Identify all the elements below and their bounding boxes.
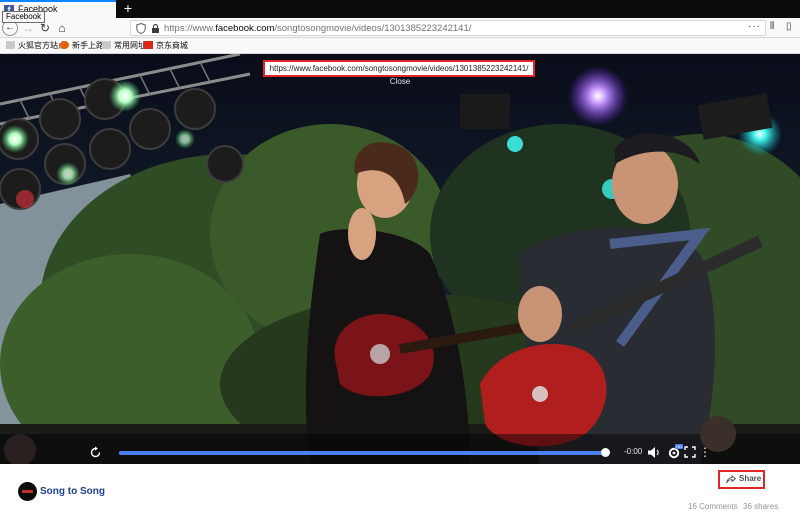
share-label: Share: [739, 474, 762, 483]
lock-icon[interactable]: [151, 24, 160, 33]
tab-tooltip: Facebook: [2, 11, 46, 23]
replay-icon[interactable]: [89, 446, 102, 459]
jd-icon: [144, 41, 153, 49]
firefox-icon: [60, 41, 69, 49]
tab-bar: f Facebook Facebook +: [0, 0, 800, 23]
volume-icon[interactable]: [647, 446, 661, 459]
post-footer: Song to Song Share 16 Comments 36 shares: [0, 464, 800, 520]
page-actions-icon[interactable]: ···: [748, 21, 761, 32]
bookmark-firefox-official[interactable]: 火狐官方站点: [6, 40, 66, 52]
video-url-text[interactable]: https://www.facebook.com/songtosongmovie…: [265, 64, 533, 73]
bookmark-common-sites[interactable]: 常用网址: [102, 40, 146, 52]
close-button[interactable]: Close: [378, 77, 422, 86]
page-avatar[interactable]: [18, 482, 37, 501]
share-button[interactable]: Share: [718, 470, 765, 489]
library-icon[interactable]: ⫴: [770, 21, 774, 32]
page-name-link[interactable]: Song to Song: [40, 486, 105, 497]
home-icon[interactable]: ⌂: [54, 20, 70, 36]
avatar-logo: [22, 490, 33, 493]
url-text[interactable]: https://www.facebook.com/songtosongmovie…: [164, 23, 471, 34]
url-copy-field[interactable]: https://www.facebook.com/songtosongmovie…: [263, 60, 535, 77]
more-icon[interactable]: ⋮: [699, 445, 711, 459]
comments-count[interactable]: 16 Comments: [688, 502, 738, 511]
hd-icon[interactable]: HD: [667, 444, 683, 459]
shield-icon[interactable]: [136, 23, 146, 34]
video-player[interactable]: https://www.facebook.com/songtosongmovie…: [0, 54, 800, 464]
hd-badge: HD: [675, 444, 683, 449]
address-bar[interactable]: https://www.facebook.com/songtosongmovie…: [130, 20, 766, 36]
bookmarks-toolbar: 火狐官方站点 新手上路 常用网址 京东商城: [0, 38, 800, 54]
navigation-bar: ← → ↻ ⌂ https://www.facebook.com/songtos…: [0, 18, 800, 38]
concert-video-frame: [0, 54, 800, 464]
folder-icon: [102, 41, 111, 49]
time-remaining: -0:00: [624, 447, 643, 456]
new-tab-button[interactable]: +: [122, 1, 134, 15]
progress-scrubber[interactable]: [601, 448, 610, 457]
sidebar-icon[interactable]: ▯: [786, 21, 792, 32]
progress-bar[interactable]: [119, 448, 610, 457]
progress-fill: [119, 451, 605, 455]
video-controls: -0:00 HD ⋮: [0, 442, 800, 464]
bookmark-jd-mall[interactable]: 京东商城: [144, 40, 188, 52]
folder-icon: [6, 41, 15, 49]
fullscreen-icon[interactable]: [684, 446, 696, 458]
bookmark-getting-started[interactable]: 新手上路: [60, 40, 104, 52]
share-icon: [726, 475, 736, 484]
shares-count[interactable]: 36 shares: [743, 502, 778, 511]
